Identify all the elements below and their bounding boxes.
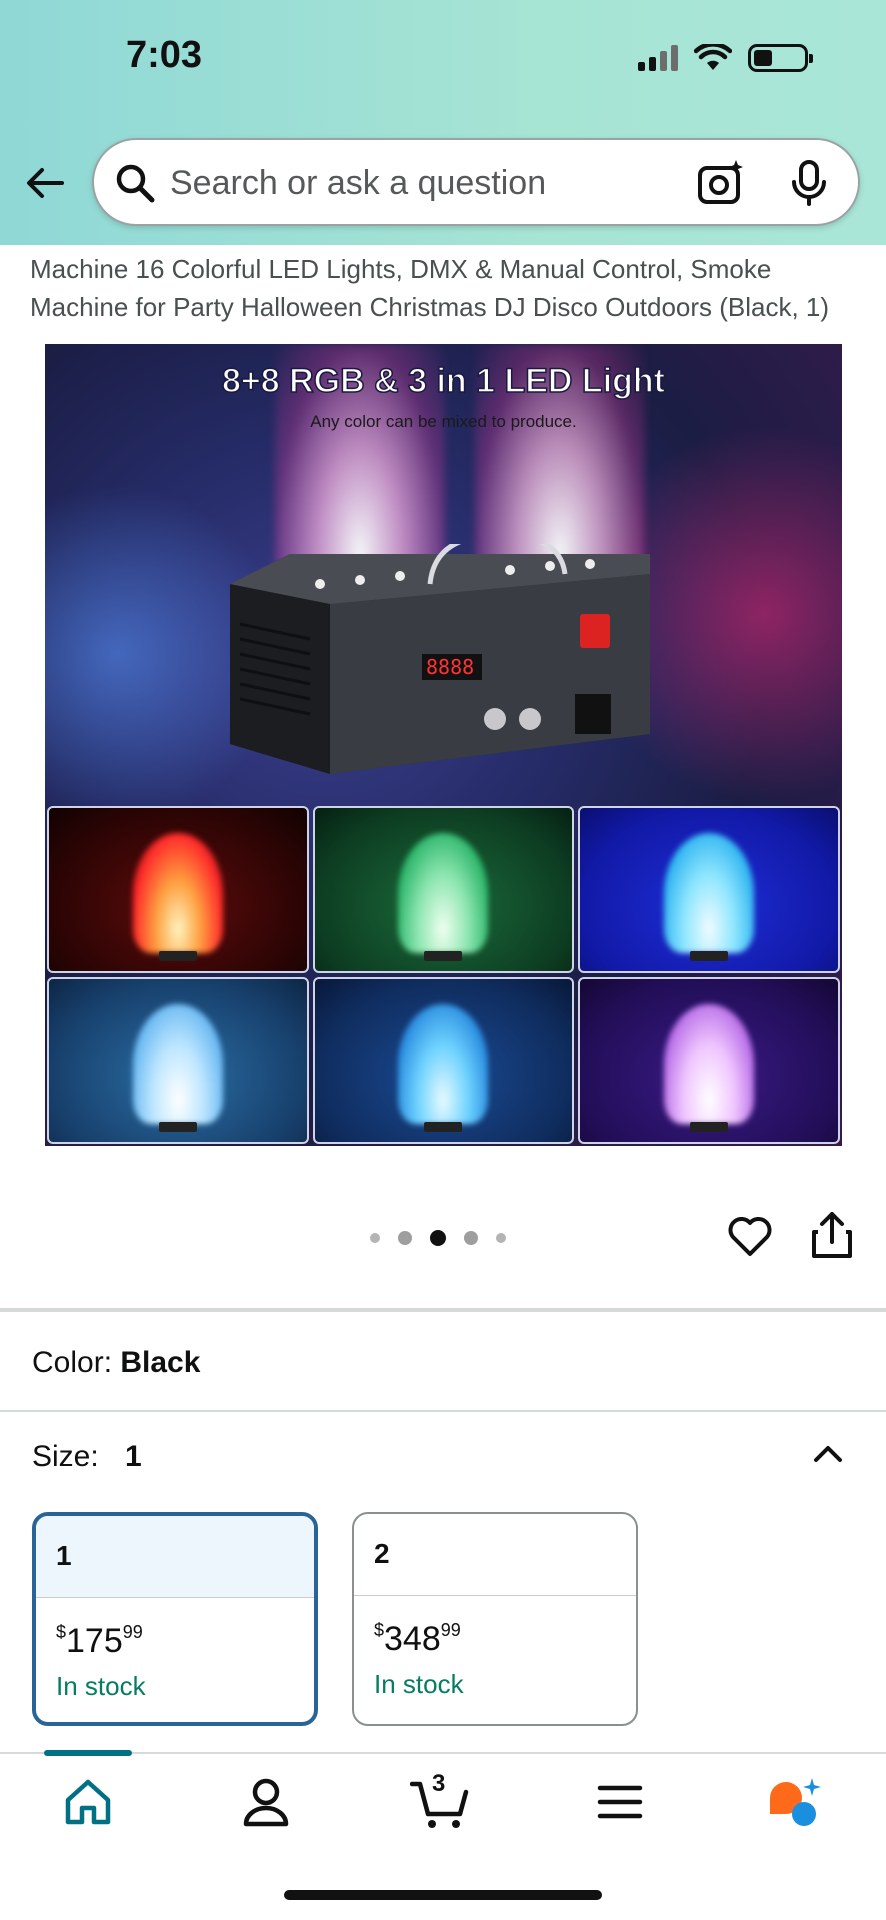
color-variation-grid	[47, 806, 840, 1144]
color-label: Color:	[32, 1346, 113, 1379]
carousel-dot[interactable]	[464, 1231, 478, 1245]
stock-status: In stock	[374, 1669, 464, 1699]
carousel-dot-active[interactable]	[430, 1230, 446, 1246]
price-whole: 348	[384, 1620, 441, 1658]
battery-icon	[748, 44, 813, 72]
size-option-label: 1	[36, 1516, 314, 1598]
search-bar[interactable]: Search or ask a question	[92, 138, 860, 226]
back-arrow-icon[interactable]	[22, 160, 68, 206]
carousel-dot[interactable]	[398, 1231, 412, 1245]
product-image[interactable]: 8+8 RGB & 3 in 1 LED Light Any color can…	[45, 344, 842, 1146]
menu-icon[interactable]	[590, 1772, 650, 1832]
image-headline: 8+8 RGB & 3 in 1 LED Light	[221, 361, 666, 401]
share-icon[interactable]	[810, 1210, 854, 1260]
carousel-dot[interactable]	[370, 1233, 380, 1243]
search-input[interactable]: Search or ask a question	[170, 164, 546, 203]
section-divider	[0, 1308, 886, 1312]
size-option-1[interactable]: 1 $17599 In stock	[32, 1512, 318, 1726]
account-icon[interactable]	[236, 1772, 296, 1832]
price-whole: 175	[66, 1622, 123, 1660]
tile-cyan	[47, 977, 309, 1144]
status-icons	[638, 44, 813, 72]
stock-status: In stock	[56, 1671, 146, 1701]
size-selection[interactable]: Size: 1	[32, 1440, 142, 1474]
search-icon	[116, 164, 155, 203]
home-indicator	[284, 1890, 602, 1900]
size-option-label: 2	[354, 1514, 636, 1596]
tile-green	[312, 806, 575, 973]
image-subline: Any color can be mixed to produce.	[310, 412, 577, 431]
size-option-price: $17599	[56, 1622, 314, 1661]
status-time: 7:03	[126, 34, 203, 76]
home-icon[interactable]	[58, 1772, 118, 1832]
heart-icon[interactable]	[726, 1212, 774, 1260]
chevron-up-icon[interactable]	[808, 1434, 848, 1474]
fog-machine-illustration: 8888	[230, 544, 650, 774]
row-divider	[0, 1410, 886, 1412]
size-option-2[interactable]: 2 $34899 In stock	[352, 1512, 638, 1726]
cart-button[interactable]: 3	[409, 1770, 470, 1832]
cellular-signal-icon	[638, 45, 678, 71]
price-currency: $	[56, 1622, 67, 1642]
price-fraction: 99	[440, 1620, 461, 1640]
price-fraction: 99	[122, 1622, 143, 1642]
size-option-price: $34899	[374, 1620, 636, 1659]
color-selection: Color: Black	[32, 1346, 200, 1380]
size-value: 1	[125, 1440, 142, 1473]
product-title: Machine 16 Colorful LED Lights, DMX & Ma…	[30, 254, 830, 322]
color-value: Black	[120, 1346, 201, 1379]
camera-lens-icon[interactable]	[696, 158, 746, 208]
carousel-dots[interactable]	[370, 1230, 506, 1246]
tile-red	[47, 806, 309, 973]
tile-navy	[312, 977, 575, 1144]
rufus-icon[interactable]	[764, 1772, 824, 1832]
size-label: Size:	[32, 1440, 99, 1473]
wifi-icon	[694, 44, 732, 70]
carousel-dot[interactable]	[496, 1233, 506, 1243]
microphone-icon[interactable]	[784, 158, 834, 208]
price-currency: $	[374, 1620, 385, 1640]
cart-count: 3	[432, 1770, 446, 1797]
tile-blue	[578, 806, 840, 973]
svg-text:8888: 8888	[426, 655, 474, 679]
top-header: 7:03 Search or ask a question	[0, 0, 886, 245]
nav-active-indicator	[44, 1750, 132, 1756]
tile-purple	[578, 977, 840, 1144]
